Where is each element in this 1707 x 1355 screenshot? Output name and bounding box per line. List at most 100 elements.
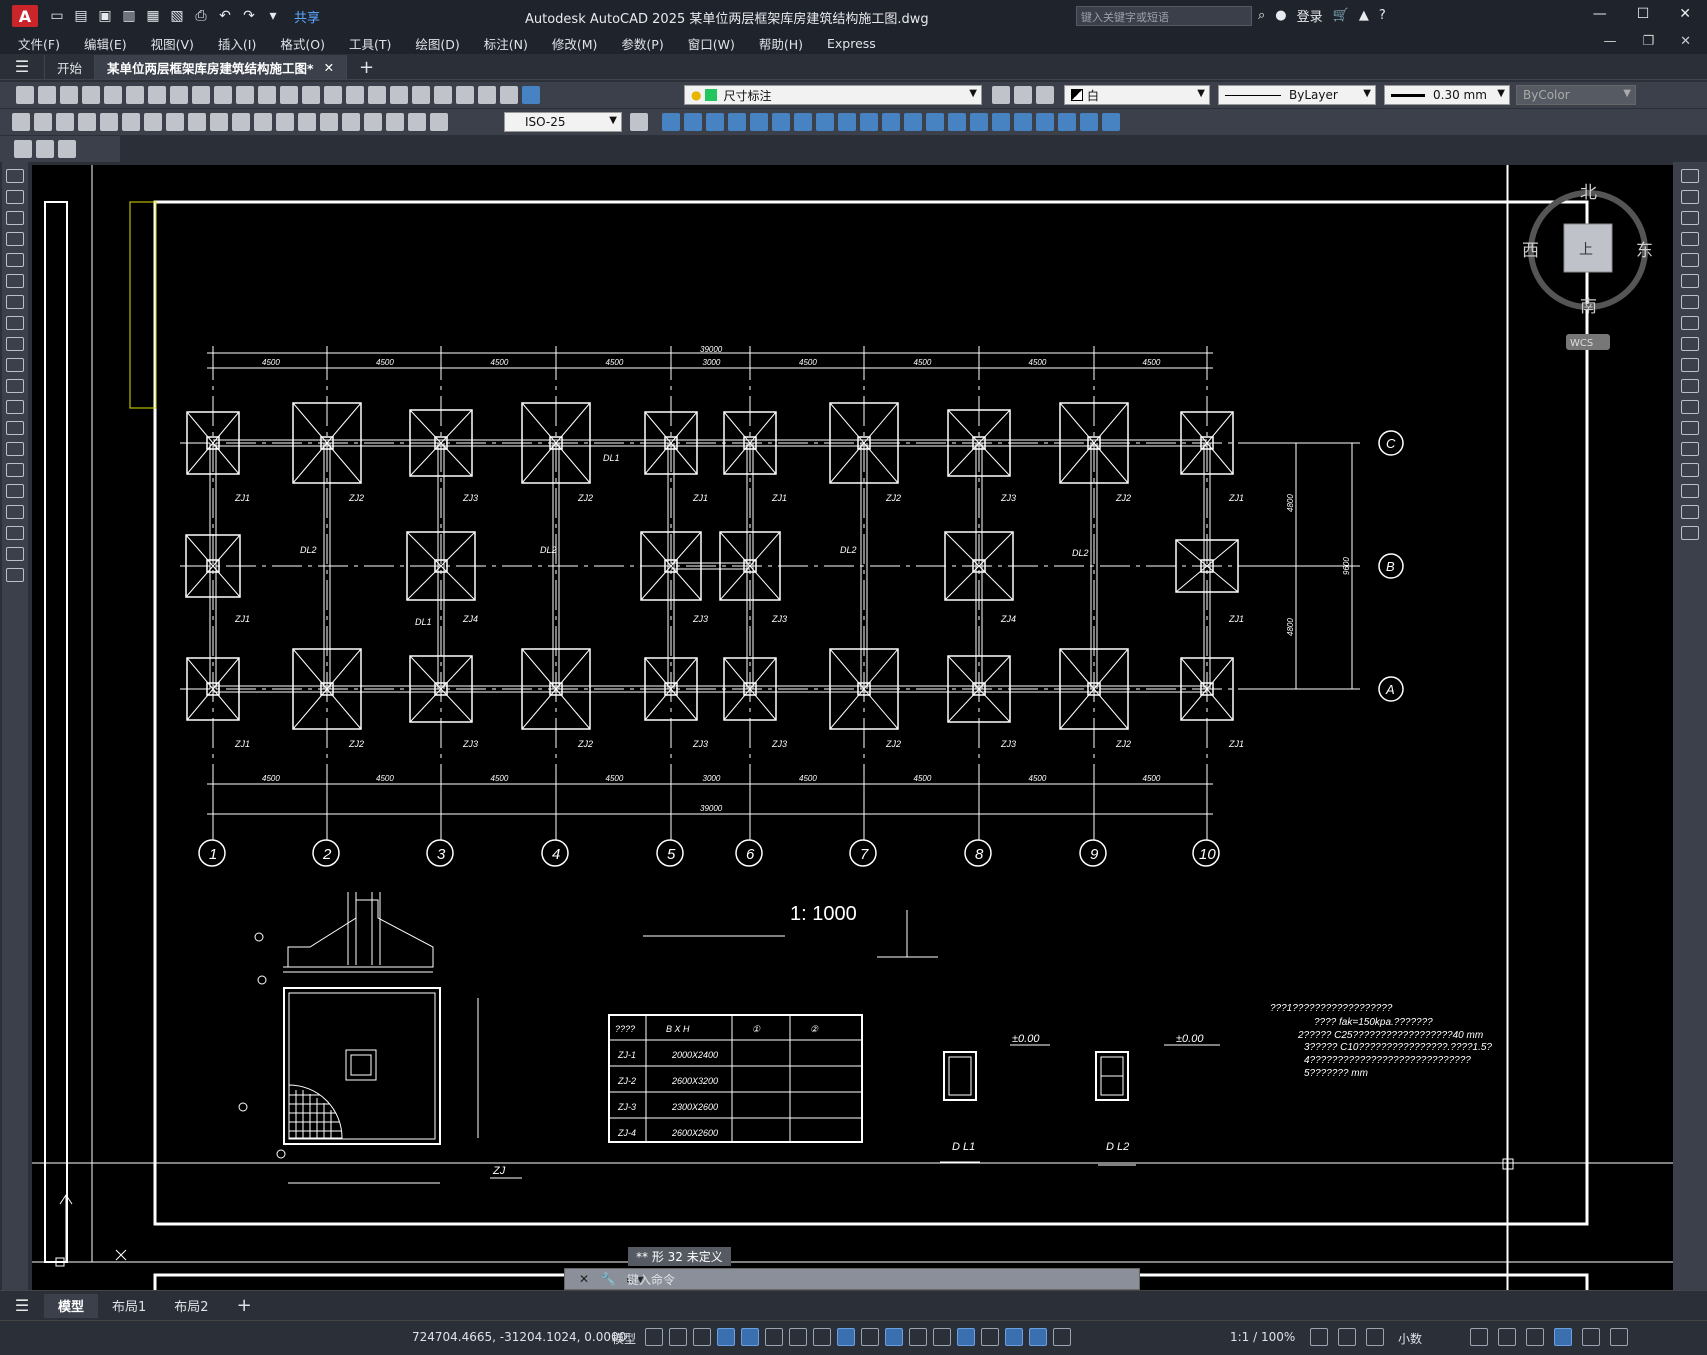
- menu-file[interactable]: 文件(F): [18, 34, 60, 53]
- save-tool-icon[interactable]: [60, 86, 78, 104]
- add-layout-icon[interactable]: +: [223, 1294, 266, 1318]
- publish-tool-icon[interactable]: [126, 86, 144, 104]
- dim-update-icon[interactable]: [430, 113, 448, 131]
- menu-help[interactable]: 帮助(H): [759, 34, 803, 53]
- mirror-icon[interactable]: [1681, 211, 1699, 225]
- construction-line-icon[interactable]: [6, 190, 24, 204]
- trim-icon[interactable]: [1681, 358, 1699, 372]
- redo-icon[interactable]: ↷: [240, 7, 258, 25]
- torus-icon[interactable]: [772, 113, 790, 131]
- 3d-array-icon[interactable]: [1102, 113, 1120, 131]
- erase-icon[interactable]: [1681, 169, 1699, 183]
- maximize-icon[interactable]: ☐: [1637, 6, 1650, 22]
- dim-radius-icon[interactable]: [100, 113, 118, 131]
- dim-baseline-icon[interactable]: [210, 113, 228, 131]
- dim-edit-icon[interactable]: [386, 113, 404, 131]
- undo-tool-icon[interactable]: [258, 86, 276, 104]
- rectangle-icon[interactable]: [6, 253, 24, 267]
- user-icon[interactable]: ●: [1275, 8, 1286, 23]
- dynamic-ucs-icon[interactable]: [957, 1328, 975, 1346]
- dim-aligned-icon[interactable]: [34, 113, 52, 131]
- make-block-icon[interactable]: [6, 421, 24, 435]
- menu-tools[interactable]: 工具(T): [349, 34, 391, 53]
- spline-icon[interactable]: [6, 337, 24, 351]
- revolve-icon[interactable]: [860, 113, 878, 131]
- qat-dropdown-icon[interactable]: ▾: [264, 7, 282, 25]
- zoom-realtime-icon[interactable]: [324, 86, 342, 104]
- extend-icon[interactable]: [1681, 379, 1699, 393]
- inspection-icon[interactable]: [342, 113, 360, 131]
- cylinder-icon[interactable]: [728, 113, 746, 131]
- annotation-monitor-icon[interactable]: [1338, 1328, 1356, 1346]
- dim-break-icon[interactable]: [276, 113, 294, 131]
- line-icon[interactable]: [6, 169, 24, 183]
- ortho-icon[interactable]: [741, 1328, 759, 1346]
- menu-draw[interactable]: 绘图(D): [415, 34, 459, 53]
- add-selected-icon[interactable]: [6, 568, 24, 582]
- tab-model[interactable]: 模型: [44, 1293, 99, 1318]
- cart-icon[interactable]: 🛒: [1333, 8, 1349, 23]
- menu-window[interactable]: 窗口(W): [688, 34, 735, 53]
- attribute-icon[interactable]: [36, 140, 54, 158]
- paste-icon[interactable]: [214, 86, 232, 104]
- tab-layout2[interactable]: 布局2: [160, 1294, 222, 1318]
- cmd-customize-icon[interactable]: 🔧: [601, 1272, 616, 1286]
- dimstyle-icon[interactable]: [630, 113, 648, 131]
- layer-previous-icon[interactable]: [1014, 86, 1032, 104]
- save-icon[interactable]: ▣: [96, 7, 114, 25]
- dim-arc-icon[interactable]: [56, 113, 74, 131]
- revcloud-icon[interactable]: [6, 316, 24, 330]
- gizmo-icon[interactable]: [1005, 1328, 1023, 1346]
- insert-block-icon[interactable]: [58, 140, 76, 158]
- 3d-align-icon[interactable]: [1080, 113, 1098, 131]
- copy-object-icon[interactable]: [1681, 190, 1699, 204]
- annotation-scale[interactable]: 1:1 / 100%: [1230, 1330, 1295, 1344]
- tolerance-icon[interactable]: [298, 113, 316, 131]
- help-icon[interactable]: ?: [1379, 8, 1386, 23]
- workspace-gear-icon[interactable]: [1310, 1328, 1328, 1346]
- viewcube-west[interactable]: 西: [1522, 241, 1539, 261]
- model-space-toggle[interactable]: 模型: [612, 1330, 636, 1347]
- search-input[interactable]: 键入关键字或短语: [1076, 6, 1252, 26]
- drawing-canvas[interactable]: ZJ1 ZJ2 ZJ3 ZJ2 ZJ1 ZJ1 ZJ2 ZJ3 ZJ2 ZJ1 ZJ1 ZJ2 ZJ3 Z…: [32, 165, 1673, 1290]
- transparency-icon[interactable]: [885, 1328, 903, 1346]
- menu-parametric[interactable]: 参数(P): [621, 34, 663, 53]
- publish-icon[interactable]: ▦: [144, 7, 162, 25]
- mtext-icon[interactable]: [6, 547, 24, 561]
- object-snap-tracking-icon[interactable]: [813, 1328, 831, 1346]
- design-center-icon[interactable]: [412, 86, 430, 104]
- menu-express[interactable]: Express: [827, 36, 876, 51]
- plotstyle-dropdown[interactable]: ByColor ▼: [1516, 85, 1636, 105]
- new-tab-icon[interactable]: +: [346, 55, 386, 79]
- units-icon[interactable]: [1366, 1328, 1384, 1346]
- intersect-icon[interactable]: [970, 113, 988, 131]
- properties-icon[interactable]: [390, 86, 408, 104]
- scale-icon[interactable]: [1681, 316, 1699, 330]
- autocad-logo-icon[interactable]: A: [12, 5, 38, 27]
- array-icon[interactable]: [1681, 253, 1699, 267]
- minimize-icon[interactable]: —: [1593, 6, 1607, 22]
- dim-continue-icon[interactable]: [232, 113, 250, 131]
- make-current-layer-icon[interactable]: [992, 86, 1010, 104]
- helix-icon[interactable]: [816, 113, 834, 131]
- command-input[interactable]: 键入命令: [627, 1271, 675, 1288]
- break-icon[interactable]: [1681, 400, 1699, 414]
- layer-states-icon[interactable]: [1036, 86, 1054, 104]
- explode-icon[interactable]: [1681, 526, 1699, 540]
- dim-space-icon[interactable]: [254, 113, 272, 131]
- layer-properties-icon[interactable]: [522, 86, 540, 104]
- polygon-icon[interactable]: [6, 232, 24, 246]
- match-properties-icon[interactable]: [236, 86, 254, 104]
- zoom-window-icon[interactable]: [346, 86, 364, 104]
- dimstyle-dropdown[interactable]: ISO-25 ▼: [504, 112, 622, 132]
- loft-icon[interactable]: [904, 113, 922, 131]
- copy-icon[interactable]: [192, 86, 210, 104]
- offset-icon[interactable]: [1681, 232, 1699, 246]
- dim-ordinate-icon[interactable]: [78, 113, 96, 131]
- ellipse-arc-icon[interactable]: [6, 379, 24, 393]
- hardware-acceleration-icon[interactable]: [1554, 1328, 1572, 1346]
- fillet-icon[interactable]: [1681, 484, 1699, 498]
- sheet-set-icon[interactable]: [456, 86, 474, 104]
- rotate-icon[interactable]: [1681, 295, 1699, 309]
- extrude-icon[interactable]: [838, 113, 856, 131]
